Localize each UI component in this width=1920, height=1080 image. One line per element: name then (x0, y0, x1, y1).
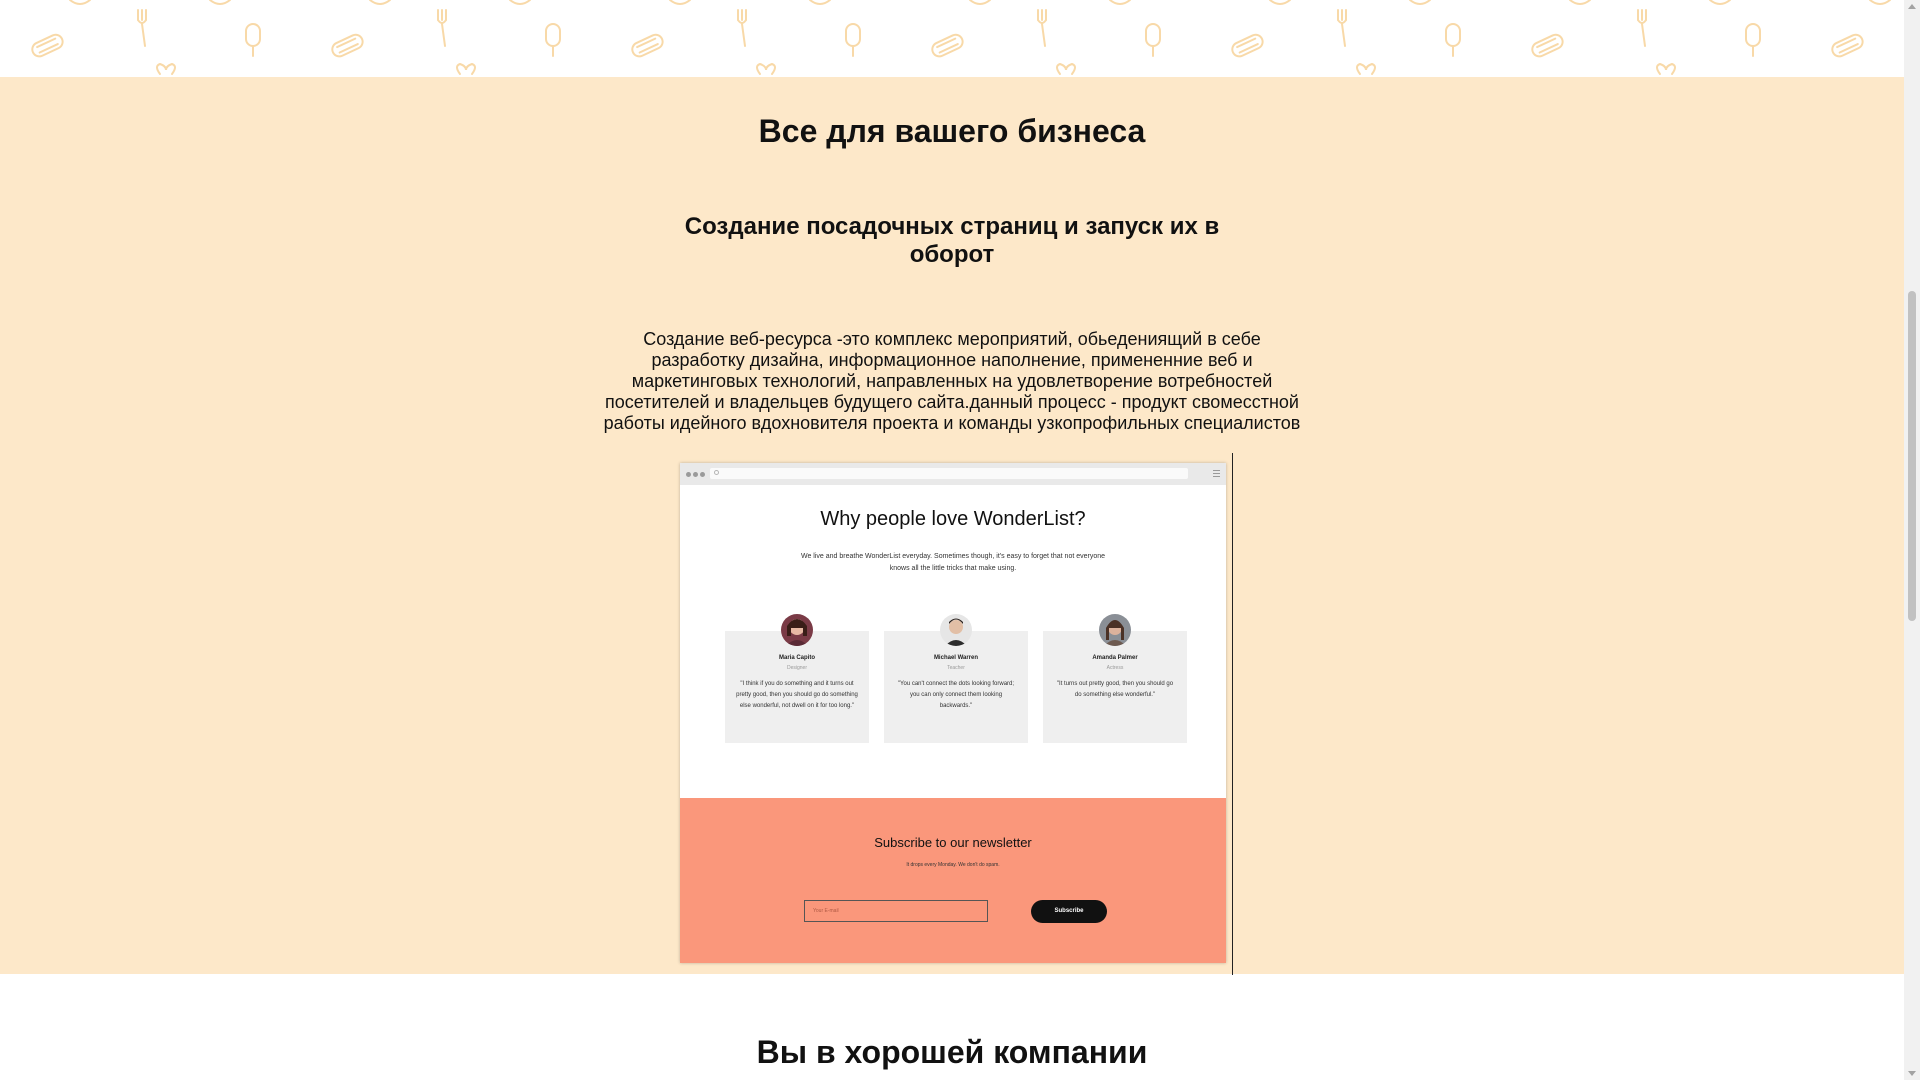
mockup-subtitle: We live and breathe WonderList everyday.… (800, 553, 1106, 572)
subscribe-button[interactable]: Subscribe (1031, 900, 1107, 923)
window-dot-icon (693, 472, 698, 477)
avatar (781, 614, 813, 646)
scrollbar-thumb[interactable] (1908, 291, 1916, 621)
scroll-up-icon[interactable] (1908, 4, 1916, 9)
testimonial-quote: "It turns out pretty good, then you shou… (1056, 681, 1174, 698)
avatar (1099, 614, 1131, 646)
section-heading: Все для вашего бизнеса (758, 113, 1146, 149)
section-description: Создание веб-ресурса -это комплекс мероп… (603, 329, 1301, 433)
email-placeholder: Your E-mail (813, 908, 839, 914)
testimonial-quote: "You can't connect the dots looking forw… (897, 681, 1015, 709)
testimonial-quote: "I think if you do something and it turn… (736, 681, 858, 709)
scroll-down-icon[interactable] (1908, 1071, 1916, 1076)
testimonial-role: Designer (786, 665, 807, 671)
website-mockup: Why people love WonderList? We live and … (680, 463, 1226, 963)
newsletter-note: It drops every Monday. We don't do spam. (906, 862, 1000, 868)
testimonial-name: Michael Warren (933, 655, 979, 661)
newsletter-section: Subscribe to our newsletter It drops eve… (680, 798, 1226, 963)
mockup-title: Why people love WonderList? (820, 508, 1086, 530)
testimonial-card: Michael Warren Teacher "You can't connec… (884, 614, 1028, 743)
food-pattern (29, 0, 1904, 75)
newsletter-title: Subscribe to our newsletter (874, 835, 1032, 850)
testimonial-role: Teacher (947, 665, 965, 671)
testimonial-role: Actress (1106, 665, 1124, 671)
window-dot-icon (700, 472, 705, 477)
food-pattern-banner (0, 0, 1904, 77)
partners-heading: Вы в хорошей компании (756, 1034, 1148, 1070)
avatar (940, 614, 972, 646)
email-field[interactable]: Your E-mail (804, 900, 988, 922)
menu-icon (1213, 470, 1220, 479)
page: Все для вашего бизнеса Создание посадочн… (0, 0, 1904, 1080)
url-bar (710, 468, 1188, 479)
browser-bar (680, 463, 1226, 485)
window-dot-icon (686, 472, 691, 477)
circle-icon (714, 470, 719, 475)
divider-line (1232, 453, 1233, 975)
testimonial-card: Maria Capito Designer "I think if you do… (725, 614, 869, 743)
section-subheading: Создание посадочных страниц и запуск их … (684, 213, 1220, 268)
testimonial-card: Amanda Palmer Actress "It turns out pret… (1043, 614, 1187, 743)
testimonial-name: Maria Capito (778, 655, 815, 661)
testimonial-name: Amanda Palmer (1092, 655, 1138, 661)
page-scrollbar[interactable] (1904, 0, 1920, 1080)
